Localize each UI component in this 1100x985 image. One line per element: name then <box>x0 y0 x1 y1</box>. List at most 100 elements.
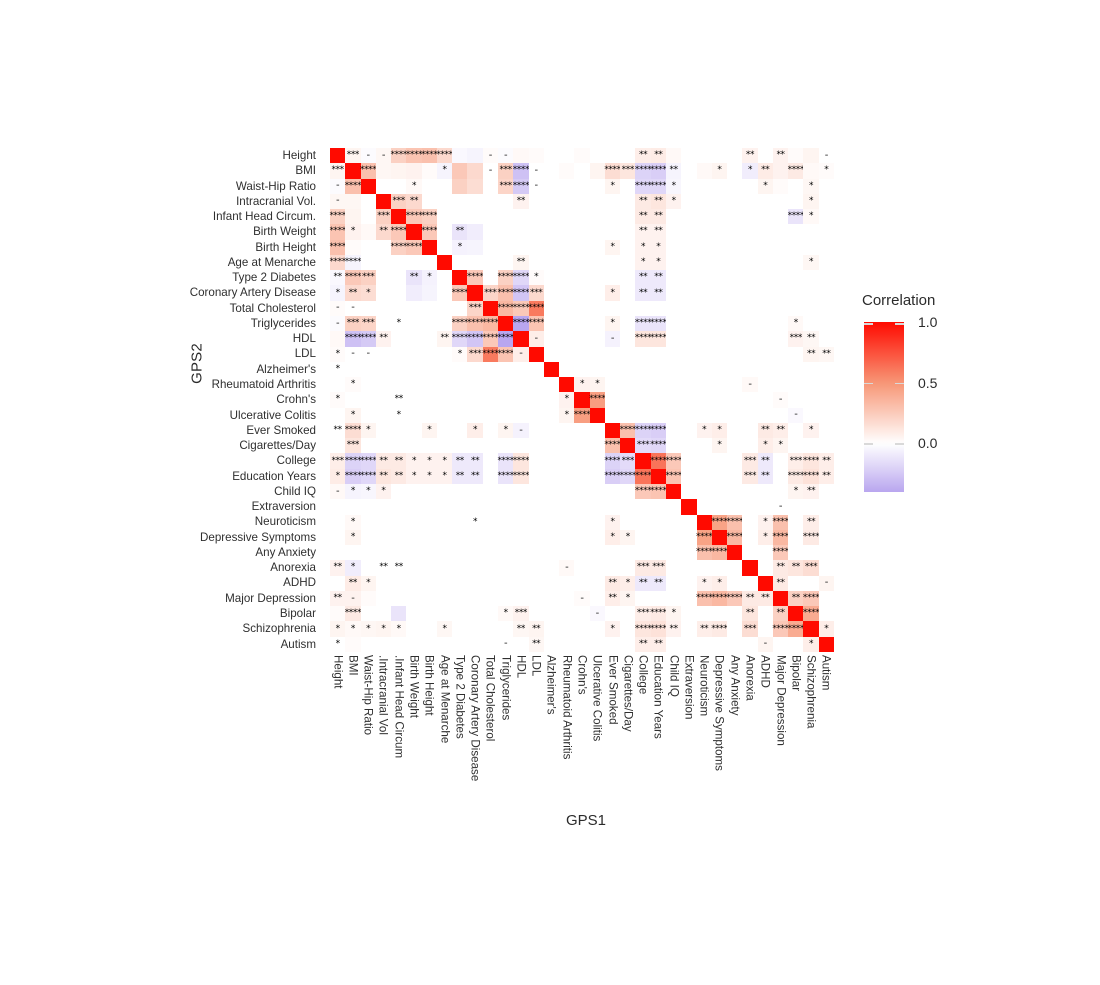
heatmap-cell <box>788 254 804 271</box>
heatmap-cell <box>772 438 789 454</box>
heatmap-cell <box>620 438 636 454</box>
heatmap-cell <box>772 606 789 622</box>
heatmap-cell <box>360 636 376 652</box>
heatmap-cell <box>360 621 376 637</box>
heatmap-cell <box>772 575 789 591</box>
heatmap-cell <box>742 438 758 454</box>
heatmap-cell <box>543 438 560 454</box>
heatmap-cell <box>406 621 422 637</box>
heatmap-cell <box>727 254 743 271</box>
heatmap-cell <box>360 316 376 332</box>
heatmap-cell <box>589 453 605 469</box>
heatmap-cell <box>727 270 743 286</box>
heatmap-cell <box>391 178 407 194</box>
heatmap-cell <box>330 270 346 286</box>
heatmap-cell <box>681 285 697 301</box>
heatmap-cell <box>742 300 758 316</box>
heatmap-cell <box>620 422 636 439</box>
heatmap-cell <box>803 270 819 286</box>
heatmap-cell <box>421 193 437 210</box>
heatmap-cell <box>742 529 758 546</box>
heatmap-cell <box>360 529 376 546</box>
y-axis-tick-label: Birth Weight <box>253 225 316 239</box>
heatmap-cell <box>650 331 666 347</box>
heatmap-cell <box>482 224 498 240</box>
heatmap-cell <box>803 590 819 607</box>
heatmap-cell <box>436 499 453 515</box>
heatmap-cell <box>696 453 712 469</box>
heatmap-cell <box>574 514 590 530</box>
heatmap-cell <box>803 514 819 530</box>
heatmap-cell <box>436 438 453 454</box>
x-axis-tick-label: Education Years <box>651 655 665 739</box>
heatmap-cell <box>513 529 529 546</box>
heatmap-cell <box>620 285 636 301</box>
heatmap-cell <box>574 590 590 607</box>
heatmap-cell <box>406 499 422 515</box>
heatmap-cell <box>818 606 834 622</box>
heatmap-cell <box>620 193 636 210</box>
y-axis-tick-label: Major Depression <box>225 591 316 605</box>
heatmap-cell <box>635 407 651 423</box>
heatmap-cell <box>330 316 346 332</box>
heatmap-cell <box>711 361 728 378</box>
heatmap-cell <box>559 300 575 316</box>
heatmap-cell <box>635 499 651 515</box>
heatmap-cell <box>574 407 590 423</box>
heatmap-cell <box>620 361 636 378</box>
heatmap-cell <box>681 606 697 622</box>
heatmap-cell <box>727 438 743 454</box>
heatmap-cell <box>391 438 407 454</box>
heatmap-cell <box>452 346 468 362</box>
heatmap-cell <box>650 575 666 591</box>
heatmap-cell <box>528 300 544 316</box>
heatmap-cell <box>788 590 804 607</box>
heatmap-cell <box>803 178 819 194</box>
x-axis-tick-label: Height <box>331 655 345 689</box>
heatmap-cell <box>375 270 392 286</box>
heatmap-cell <box>436 484 453 500</box>
heatmap-cell <box>818 545 834 561</box>
heatmap-cell <box>742 392 758 408</box>
heatmap-cell <box>635 575 651 591</box>
heatmap-cell <box>406 254 422 271</box>
heatmap-cell <box>604 438 621 454</box>
heatmap-cell <box>742 590 758 607</box>
y-axis-tick-label: College <box>276 454 316 468</box>
heatmap-cell <box>681 575 697 591</box>
heatmap-cell <box>345 590 361 607</box>
heatmap-cell <box>757 438 773 454</box>
heatmap-cell <box>391 529 407 546</box>
heatmap-cell <box>375 239 392 255</box>
x-axis-tick-label: BMI <box>346 655 360 676</box>
heatmap-cell <box>436 361 453 378</box>
heatmap-cell <box>452 468 468 484</box>
heatmap-cell <box>589 514 605 530</box>
heatmap-cell <box>528 148 544 164</box>
heatmap-cell <box>513 468 529 484</box>
heatmap-cell <box>467 331 483 347</box>
heatmap-cell <box>421 163 437 179</box>
heatmap-cell <box>528 590 544 607</box>
heatmap-cell <box>696 254 712 271</box>
heatmap-cell <box>681 514 697 530</box>
heatmap-cell <box>696 316 712 332</box>
heatmap-cell <box>391 453 407 469</box>
x-axis-tick-label: College <box>636 655 650 695</box>
heatmap-cell <box>391 636 407 652</box>
x-axis-tick-label: Type 2 Diabetes <box>453 655 467 739</box>
heatmap-cell <box>711 209 728 225</box>
heatmap-cell <box>421 239 437 255</box>
heatmap-cell <box>482 300 498 316</box>
heatmap-cell <box>467 270 483 286</box>
heatmap-cell <box>528 499 544 515</box>
heatmap-cell <box>436 377 453 393</box>
heatmap-cell <box>803 209 819 225</box>
x-axis-tick-label: Extraversion <box>682 655 696 720</box>
heatmap-cell <box>513 407 529 423</box>
heatmap-cell <box>711 636 728 652</box>
x-axis-tick-label: Triglycerides <box>499 655 513 721</box>
heatmap-cell <box>452 148 468 164</box>
heatmap-cell <box>604 484 621 500</box>
heatmap-cell <box>436 285 453 301</box>
